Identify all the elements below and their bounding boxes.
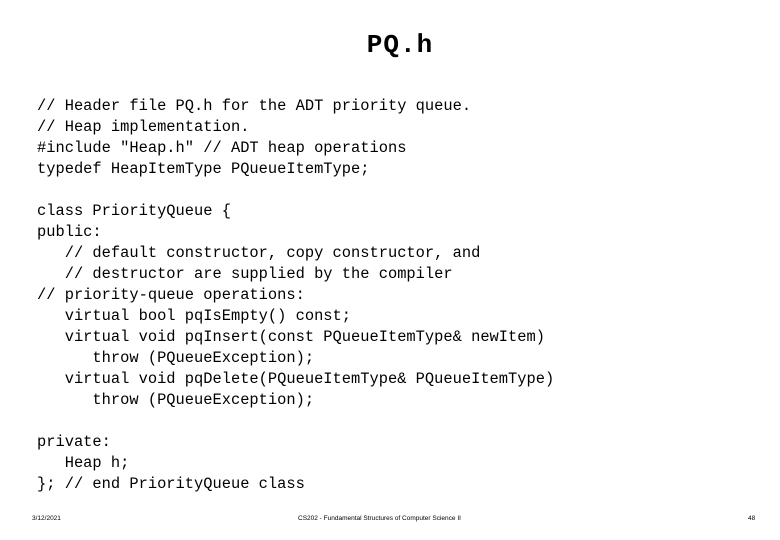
footer-date: 3/12/2021 [32, 515, 61, 522]
code-line: virtual void pqInsert(const PQueueItemTy… [37, 328, 545, 346]
code-line: }; // end PriorityQueue class [37, 475, 305, 493]
code-line: virtual void pqDelete(PQueueItemType& PQ… [37, 370, 555, 388]
code-line: // destructor are supplied by the compil… [37, 265, 453, 283]
footer-page-number: 48 [748, 515, 756, 522]
footer-course-title: CS202 - Fundamental Structures of Comput… [298, 515, 461, 522]
code-line: throw (PQueueException); [37, 391, 315, 409]
code-line: virtual bool pqIsEmpty() const; [37, 307, 352, 325]
code-line: public: [37, 223, 102, 241]
code-line: Heap h; [37, 454, 130, 472]
code-block: // Header file PQ.h for the ADT priority… [37, 96, 554, 495]
slide-title: PQ.h [366, 30, 434, 60]
code-line: #include "Heap.h" // ADT heap operations [37, 139, 407, 157]
code-line: // Heap implementation. [37, 118, 250, 136]
code-line: private: [37, 433, 111, 451]
code-line: // priority-queue operations: [37, 286, 305, 304]
code-line: typedef HeapItemType PQueueItemType; [37, 160, 370, 178]
code-line: class PriorityQueue { [37, 202, 231, 220]
code-line: // Header file PQ.h for the ADT priority… [37, 97, 472, 115]
code-line: throw (PQueueException); [37, 349, 315, 367]
code-line: // default constructor, copy constructor… [37, 244, 481, 262]
